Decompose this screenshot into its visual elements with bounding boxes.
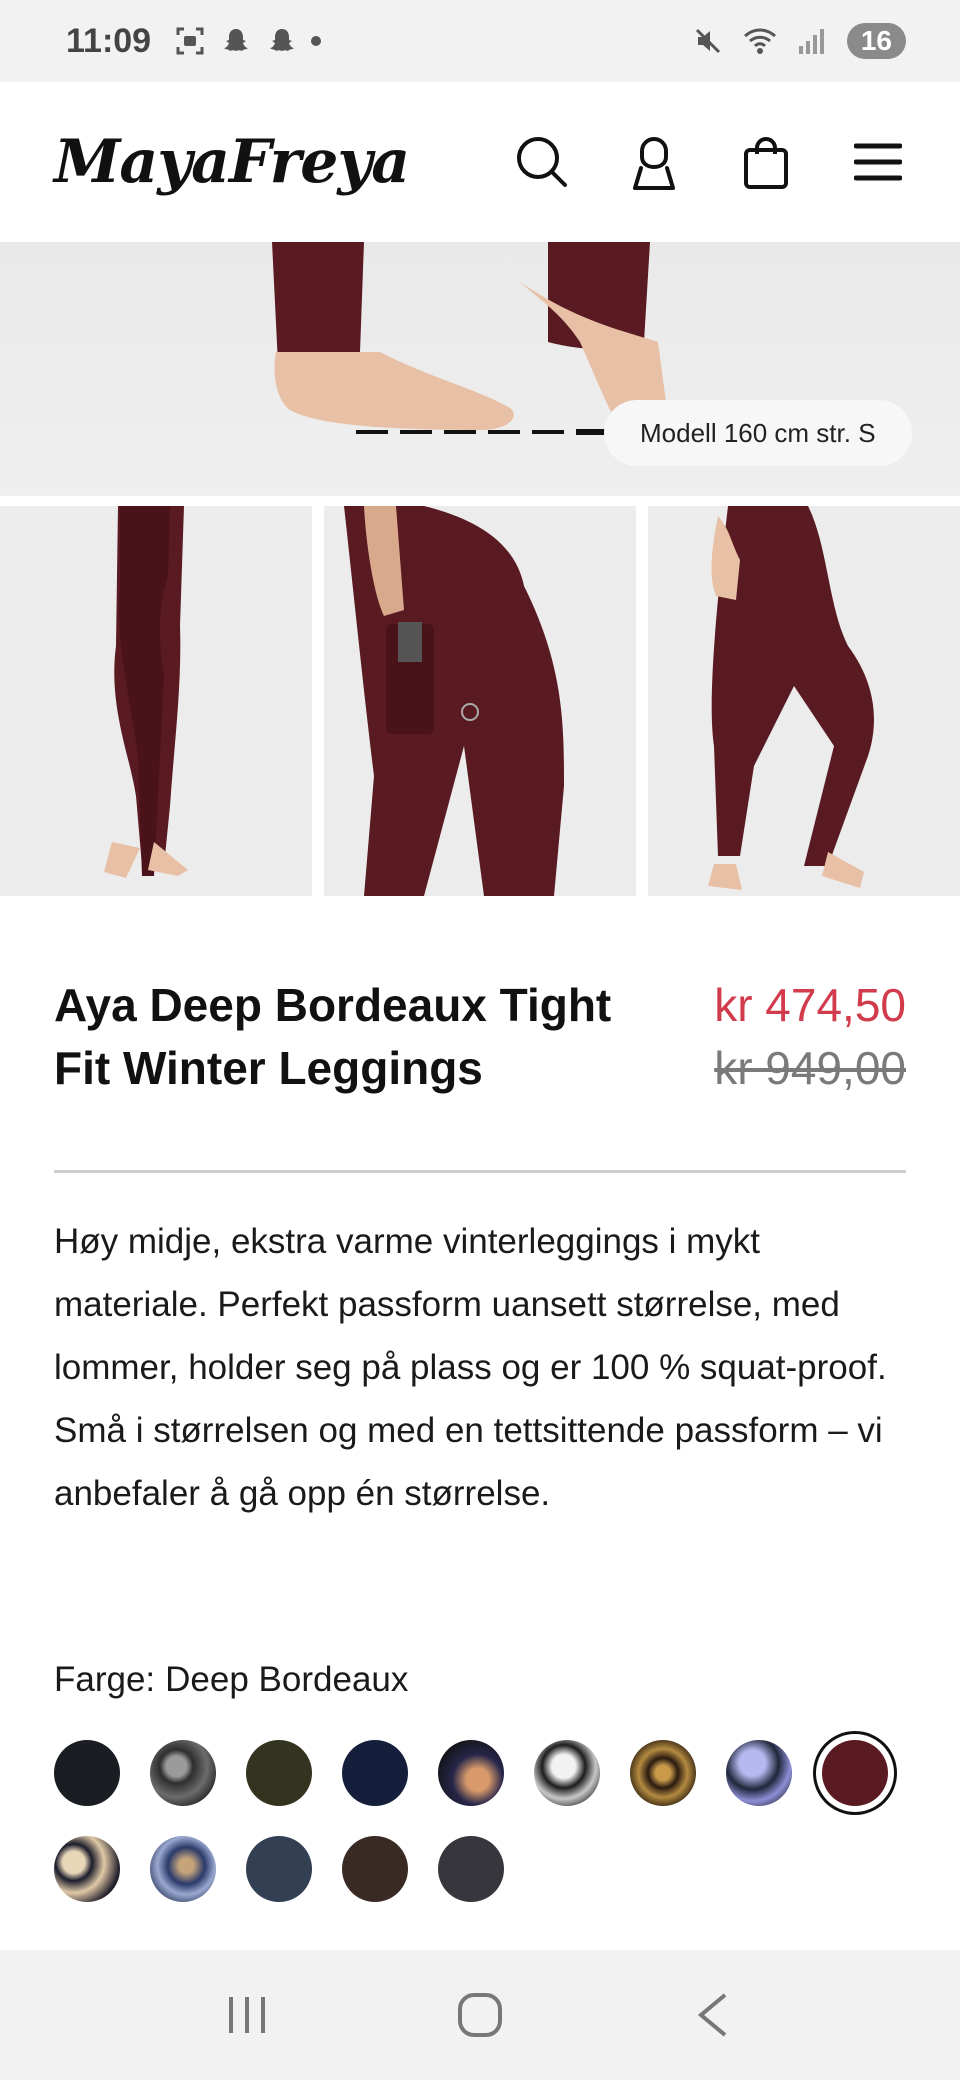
account-icon[interactable] [626,134,682,190]
thumbnail-image [104,506,188,878]
original-price: kr 949,00 [714,1042,906,1094]
swatch-navy[interactable] [342,1740,408,1806]
status-notification-icons [173,24,322,58]
swatch-charcoal[interactable] [438,1836,504,1902]
color-label-prefix: Farge: [54,1660,156,1699]
swatch-pattern-leopard[interactable] [54,1836,120,1902]
back-icon[interactable] [673,1975,753,2055]
swatch-pattern-sunset[interactable] [438,1740,504,1806]
product-thumbnails [0,506,960,896]
carousel-dot[interactable] [400,430,432,434]
swatch-olive[interactable] [246,1740,312,1806]
recent-apps-icon[interactable] [207,1975,287,2055]
color-label: Farge: Deep Bordeaux [54,1660,408,1700]
search-icon[interactable] [514,134,570,190]
thumbnail-side-view[interactable] [0,506,312,896]
product-description: Høy midje, ekstra varme vinterleggings i… [54,1222,887,1513]
product-image-carousel[interactable]: Modell 160 cm str. S [0,242,960,496]
menu-icon[interactable] [850,134,906,190]
carousel-indicators [356,429,608,435]
cart-icon[interactable] [738,134,794,190]
product-title: Aya Deep Bordeaux Tight Fit Winter Leggi… [54,979,612,1094]
sale-price: kr 474,50 [714,979,906,1031]
mute-icon [691,24,725,58]
wifi-icon [743,24,777,58]
color-swatches [54,1740,914,1902]
header-actions [514,134,906,190]
swatch-brown[interactable] [342,1836,408,1902]
divider [54,1170,906,1173]
thumbnail-back-view[interactable] [648,506,960,896]
carousel-dot[interactable] [444,430,476,434]
swatch-pattern-bw[interactable] [534,1740,600,1806]
status-system-icons: 16 [691,23,906,59]
carousel-dot[interactable] [532,430,564,434]
brand-logo[interactable]: MayaFreya [54,127,410,197]
product-header: Aya Deep Bordeaux Tight Fit Winter Leggi… [54,974,906,1100]
selected-color-name: Deep Bordeaux [165,1660,409,1699]
product-prices: kr 474,50 kr 949,00 [714,974,906,1100]
swatch-slate[interactable] [246,1836,312,1902]
snapchat-icon [219,24,253,58]
carousel-dot[interactable] [488,430,520,434]
site-header: MayaFreya [0,82,960,242]
status-bar: 11:09 16 [0,0,960,82]
swatch-pattern-gold[interactable] [630,1740,696,1806]
swatch-pattern-lilac[interactable] [726,1740,792,1806]
thumbnail-pocket-view[interactable] [324,506,636,896]
thumbnail-image [708,506,874,890]
carousel-dot[interactable] [356,430,388,434]
swatch-pattern-blue-swirl[interactable] [150,1836,216,1902]
signal-icon [795,24,829,58]
swatch-black[interactable] [54,1740,120,1806]
battery-indicator: 16 [846,23,906,59]
status-time: 11:09 [66,21,152,60]
snapchat-icon-2 [265,24,299,58]
swatch-deep-bordeaux-selected[interactable] [822,1740,888,1806]
swatch-pattern-grey[interactable] [150,1740,216,1806]
screenshot-icon [173,24,207,58]
home-icon[interactable] [440,1975,520,2055]
system-navigation-bar [0,1950,960,2080]
more-notifications-dot [311,36,322,46]
model-size-caption: Modell 160 cm str. S [604,400,912,466]
thumbnail-image [344,506,564,896]
